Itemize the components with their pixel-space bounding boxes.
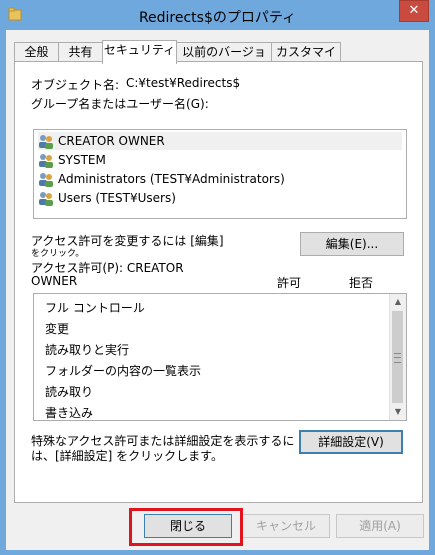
allow-column-header: 許可 (277, 276, 302, 290)
deny-column-header: 拒否 (349, 276, 374, 290)
cancel-button[interactable]: キャンセル (242, 514, 330, 538)
advanced-settings-text-2: は、[詳細設定] をクリックします。 (31, 449, 223, 463)
users-icon (39, 173, 53, 187)
tab-general[interactable]: 全般 (14, 42, 59, 63)
list-item: フォルダーの内容の一覧表示 (45, 364, 202, 378)
permissions-scrollbar[interactable]: ▲ ▼ (389, 294, 406, 420)
scroll-down-icon[interactable]: ▼ (390, 404, 406, 420)
change-permissions-text-2: をクリック。 (31, 249, 85, 259)
users-icon (39, 154, 53, 168)
list-item: 読み取り (45, 385, 94, 399)
tab-customize[interactable]: カスタマイズ (271, 42, 341, 78)
list-item: フル コントロール (45, 301, 145, 315)
window-title: Redirects$のプロパティ (138, 10, 297, 26)
list-item: 読み取りと実行 (45, 343, 130, 357)
user-name: CREATOR OWNER (58, 134, 165, 148)
permissions-list[interactable]: フル コントロール 変更 読み取りと実行 フォルダーの内容の一覧表示 読み取り … (33, 293, 407, 421)
list-item[interactable]: CREATOR OWNER (38, 132, 402, 150)
tab-previous-versions[interactable]: 以前のバージョン (176, 42, 272, 78)
list-item[interactable]: Users (TEST¥Users) (38, 189, 402, 207)
highlight-box (129, 508, 243, 546)
list-item: 変更 (45, 322, 70, 336)
user-name: SYSTEM (58, 153, 106, 167)
user-list[interactable]: CREATOR OWNER SYSTEM Administrators (TES… (33, 129, 407, 219)
users-icon (39, 192, 53, 206)
scroll-up-icon[interactable]: ▲ (390, 294, 406, 310)
permissions-for-label-2: OWNER (31, 274, 78, 288)
advanced-button[interactable]: 詳細設定(V) (299, 430, 403, 454)
close-window-button[interactable]: ✕ (399, 0, 429, 22)
apply-button[interactable]: 適用(A) (336, 514, 424, 538)
tab-sharing[interactable]: 共有 (58, 42, 103, 63)
properties-window: Redirects$のプロパティ ✕ 全般 共有 セキュリティ 以前のバージョン… (0, 0, 435, 555)
list-item[interactable]: Administrators (TEST¥Administrators) (38, 170, 402, 188)
user-name: Users (TEST¥Users) (58, 191, 176, 205)
object-name-value: C:¥test¥Redirects$ (126, 76, 241, 90)
object-name-label: オブジェクト名: (31, 78, 120, 92)
grip-icon (394, 353, 401, 363)
security-tab-panel: オブジェクト名: C:¥test¥Redirects$ グループ名またはユーザー… (14, 61, 423, 503)
dialog-client: 全般 共有 セキュリティ 以前のバージョン カスタマイズ オブジェクト名: C:… (6, 30, 429, 550)
edit-button[interactable]: 編集(E)... (300, 232, 404, 256)
scrollbar-thumb[interactable] (392, 311, 403, 403)
user-name: Administrators (TEST¥Administrators) (58, 172, 285, 186)
list-item: 書き込み (45, 406, 94, 420)
list-item[interactable]: SYSTEM (38, 151, 402, 169)
users-icon (39, 135, 53, 149)
tab-security[interactable]: セキュリティ (102, 40, 177, 64)
group-user-label: グループ名またはユーザー名(G): (31, 97, 209, 111)
title-bar[interactable]: Redirects$のプロパティ ✕ (0, 0, 435, 30)
